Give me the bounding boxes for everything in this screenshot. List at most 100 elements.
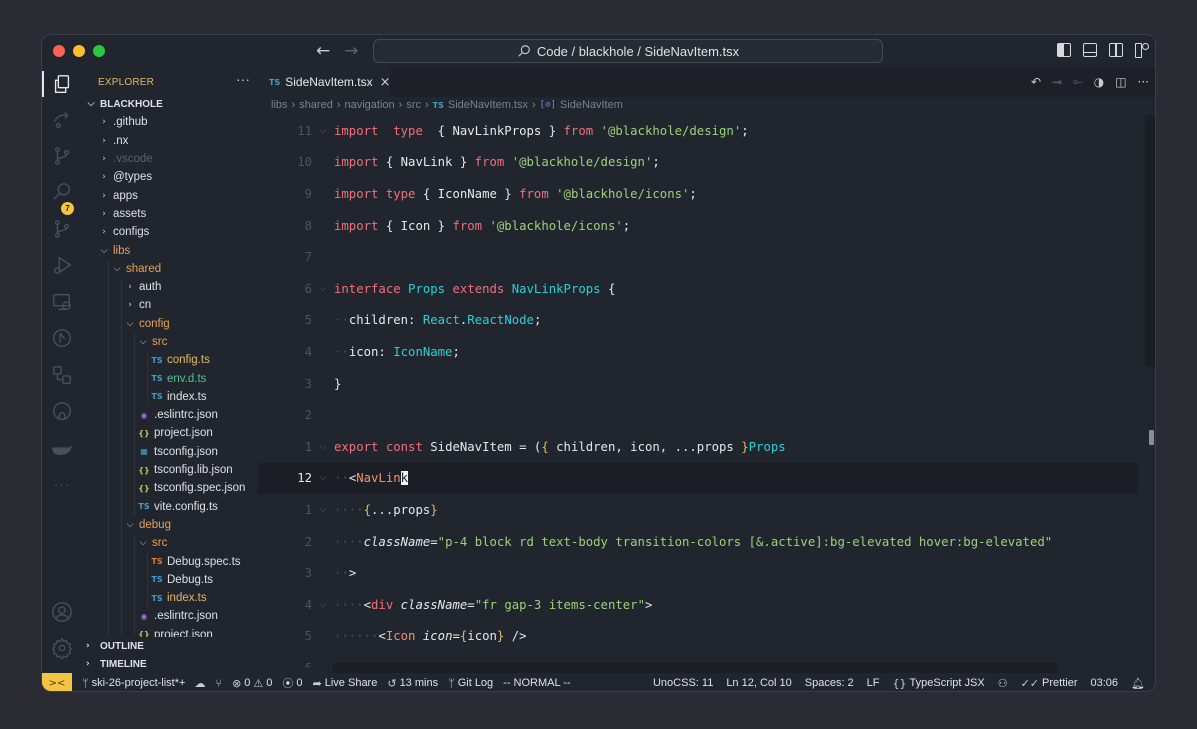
tree-folder[interactable]: › assets: [82, 205, 258, 223]
tree-file[interactable]: {} tsconfig.spec.json: [82, 479, 258, 498]
fold-chevron-icon[interactable]: ⌵: [312, 600, 334, 610]
prettier-status[interactable]: ✓✓ Prettier: [1021, 677, 1078, 690]
git-graph-icon[interactable]: [50, 217, 74, 241]
tree-file[interactable]: TS config.ts: [82, 351, 258, 370]
command-center[interactable]: Code / blackhole / SideNavItem.tsx: [373, 39, 883, 63]
cursor-position[interactable]: Ln 12, Col 10: [726, 677, 791, 689]
breadcrumb-item[interactable]: shared: [299, 99, 333, 111]
code-line[interactable]: 3 ··>: [258, 557, 1138, 589]
fold-chevron-icon[interactable]: ⌵: [312, 126, 334, 136]
run-debug-icon[interactable]: [50, 253, 74, 277]
fold-chevron-icon[interactable]: ⌵: [312, 473, 334, 483]
next-change-icon[interactable]: ⟜: [1073, 74, 1083, 89]
fold-chevron-icon[interactable]: ⌵: [312, 442, 334, 452]
code-line[interactable]: 6 ⌵ interface Props extends NavLinkProps {: [258, 273, 1138, 305]
code-line[interactable]: 1 ⌵ export const SideNavItem = ({ children…: [258, 431, 1138, 463]
tab-sidenavitem[interactable]: TS SideNavItem.tsx ×: [258, 67, 391, 97]
time-tracker-status[interactable]: ↺ 13 mins: [387, 677, 438, 690]
tree-file[interactable]: TS Debug.spec.ts: [82, 552, 258, 571]
tree-file[interactable]: {} project.json: [82, 424, 258, 443]
code-line[interactable]: 11 ⌵ import type { NavLinkProps } from '@b…: [258, 115, 1138, 147]
tree-file[interactable]: TS env.d.ts: [82, 369, 258, 388]
code-line[interactable]: 8 import { Icon } from '@blackhole/icons'…: [258, 210, 1138, 242]
git-blame-icon[interactable]: ◑: [1094, 75, 1104, 89]
unocss-status[interactable]: UnoCSS: 11: [653, 677, 713, 689]
toggle-panel-icon[interactable]: [1083, 43, 1097, 57]
github-icon[interactable]: [50, 399, 74, 423]
tree-folder[interactable]: › @types: [82, 168, 258, 186]
tree-folder[interactable]: › .vscode: [82, 150, 258, 168]
tree-folder[interactable]: ⌵ config: [82, 314, 258, 333]
tree-file[interactable]: TS index.ts: [82, 387, 258, 407]
tree-folder[interactable]: › .github: [82, 113, 258, 131]
git-log-status[interactable]: ᛘ Git Log: [448, 677, 493, 690]
tree-folder[interactable]: › .nx: [82, 132, 258, 150]
accounts-icon[interactable]: [50, 600, 74, 624]
split-editor-icon[interactable]: ◫: [1115, 75, 1126, 89]
vertical-scrollbar-thumb[interactable]: [1149, 430, 1154, 445]
tree-folder[interactable]: ⌵ libs: [82, 241, 258, 259]
remote-indicator[interactable]: ><: [42, 673, 72, 691]
bell-icon[interactable]: 🔔︎: [1131, 677, 1145, 690]
code-line[interactable]: 9 import type { IconName } from '@blackho…: [258, 178, 1138, 210]
breadcrumb-item[interactable]: src: [406, 99, 421, 111]
fold-chevron-icon[interactable]: ⌵: [312, 284, 334, 294]
fold-chevron-icon[interactable]: ⌵: [312, 505, 334, 515]
tree-file[interactable]: {} project.json: [82, 625, 258, 637]
branch-status[interactable]: ᛘ ski-26-project-list*+ ☁: [82, 677, 205, 690]
tree-folder[interactable]: ⌵ src: [82, 332, 258, 352]
problems-status[interactable]: ⊗ 0 ⚠ 0: [232, 677, 272, 690]
ports-status[interactable]: ⦿ 0: [282, 675, 302, 691]
code-line[interactable]: 5 ······<Icon icon={icon} />: [258, 621, 1138, 653]
pull-requests-icon[interactable]: [50, 326, 74, 350]
live-share-icon[interactable]: [50, 107, 74, 131]
maximize-window-button[interactable]: [93, 45, 105, 57]
go-back-icon[interactable]: ↶: [1031, 75, 1041, 89]
outline-section[interactable]: › OUTLINE: [82, 637, 258, 655]
tree-file[interactable]: TS index.ts: [82, 589, 258, 608]
customize-layout-icon[interactable]: [1135, 43, 1149, 58]
minimize-window-button[interactable]: [73, 45, 85, 57]
tree-file[interactable]: ◉ .eslintrc.json: [82, 607, 258, 626]
code-line[interactable]: 1 ⌵ ····{...props}: [258, 494, 1138, 526]
source-control-icon[interactable]: [50, 144, 74, 168]
toggle-primary-sidebar-icon[interactable]: [1057, 43, 1071, 57]
code-line[interactable]: 2: [258, 399, 1138, 431]
tree-folder[interactable]: › apps: [82, 186, 258, 204]
toggle-secondary-sidebar-icon[interactable]: [1109, 43, 1123, 57]
code-line[interactable]: 10 import { NavLink } from '@blackhole/de…: [258, 147, 1138, 179]
arrow-right-icon[interactable]: →: [344, 41, 358, 61]
tree-folder[interactable]: › configs: [82, 223, 258, 241]
code-line[interactable]: 4 ⌵ ····<div className="fr gap-3 items-cen…: [258, 589, 1138, 621]
indentation[interactable]: Spaces: 2: [805, 677, 854, 689]
breadcrumb-item[interactable]: SideNavItem.tsx: [448, 99, 528, 111]
tree-file[interactable]: ▦ tsconfig.json: [82, 442, 258, 461]
close-icon[interactable]: ×: [380, 75, 391, 90]
code-line[interactable]: 3}: [258, 368, 1138, 400]
more-actions-icon[interactable]: ···: [236, 71, 250, 87]
tree-file[interactable]: {} tsconfig.lib.json: [82, 460, 258, 480]
language-mode[interactable]: {} TypeScript JSX: [893, 677, 985, 690]
arrow-left-icon[interactable]: ←: [316, 41, 330, 61]
search-icon[interactable]: [50, 180, 74, 204]
tree-file[interactable]: TS vite.config.ts: [82, 497, 258, 516]
more-icon[interactable]: ···: [50, 472, 74, 496]
tree-file[interactable]: ◉ .eslintrc.json: [82, 406, 258, 425]
docker-icon[interactable]: [50, 436, 74, 460]
git-graph-status[interactable]: ⑂: [215, 677, 222, 690]
end-of-line[interactable]: LF: [867, 677, 880, 689]
remote-explorer-icon[interactable]: [50, 290, 74, 314]
code-line[interactable]: 2 ····className="p-4 block rd text-body t…: [258, 526, 1138, 558]
minimap-scroll-track[interactable]: [1145, 115, 1155, 367]
live-share-status[interactable]: ➦ Live Share: [313, 677, 378, 690]
settings-icon[interactable]: [50, 636, 74, 660]
tree-folder[interactable]: ⌵ src: [82, 534, 258, 553]
tree-folder[interactable]: › auth: [82, 277, 258, 297]
code-line[interactable]: 5 ··children: React.ReactNode;: [258, 305, 1138, 337]
timeline-section[interactable]: › TIMELINE: [82, 655, 258, 673]
code-editor[interactable]: 11 ⌵ import type { NavLinkProps } from '@b…: [258, 115, 1138, 667]
breadcrumb-item[interactable]: navigation: [345, 99, 395, 111]
current-code-line[interactable]: 12 ⌵ ··<NavLink: [258, 462, 1138, 495]
close-window-button[interactable]: [53, 45, 65, 57]
tree-folder[interactable]: ⌵ debug: [82, 515, 258, 535]
